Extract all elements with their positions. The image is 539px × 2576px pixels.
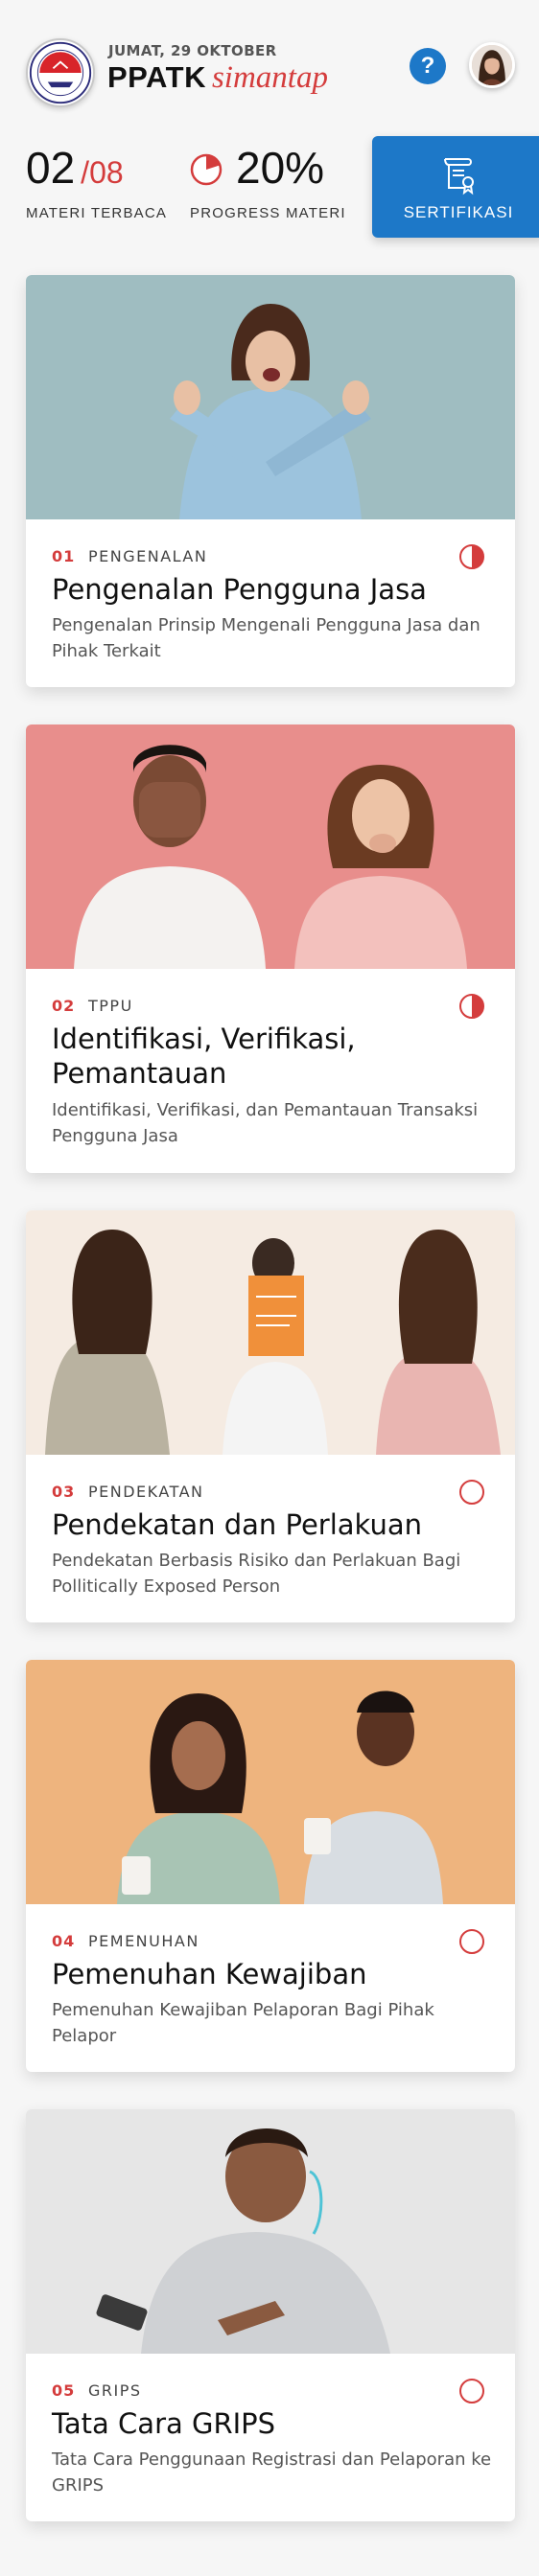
brand-subtitle: simantap	[211, 60, 328, 95]
module-number: 03	[52, 1483, 76, 1501]
module-card[interactable]: 03 PENDEKATAN Pendekatan dan Perlakuan P…	[26, 1210, 515, 1622]
certificate-icon	[444, 158, 474, 196]
module-image	[26, 1660, 515, 1904]
progress-label: PROGRESS MATERI	[190, 205, 346, 221]
progress-empty-icon	[459, 1929, 484, 1954]
module-image	[26, 275, 515, 519]
module-image	[26, 724, 515, 969]
user-avatar[interactable]	[469, 42, 515, 88]
module-description: Identifikasi, Verifikasi, dan Pemantauan…	[52, 1100, 479, 1146]
module-number: 01	[52, 547, 76, 565]
materi-total-value: /08	[81, 155, 124, 190]
module-tag: PEMENUHAN	[88, 1932, 199, 1950]
materi-read-label: MATERI TERBACA	[26, 205, 168, 221]
brand-name: PPATK	[107, 60, 206, 94]
progress-percent: 20%	[236, 143, 325, 193]
progress-empty-icon	[459, 1480, 484, 1505]
materi-read-count: 02/08	[26, 144, 124, 196]
module-tag: PENDEKATAN	[88, 1483, 204, 1501]
module-title: Identifikasi, Verifikasi, Pemantauan	[52, 1023, 356, 1090]
module-tag: TPPU	[88, 997, 133, 1015]
module-card[interactable]: 02 TPPU Identifikasi, Verifikasi, Pemant…	[26, 724, 515, 1173]
module-image	[26, 1210, 515, 1455]
module-title: Pemenuhan Kewajiban	[52, 1958, 367, 1990]
progress-half-icon	[459, 994, 484, 1019]
module-number: 05	[52, 2381, 76, 2400]
module-description: Pemenuhan Kewajiban Pelaporan Bagi Pihak…	[52, 2000, 434, 2046]
module-description: Pendekatan Berbasis Risiko dan Perlakuan…	[52, 1551, 461, 1597]
module-title: Tata Cara GRIPS	[52, 2407, 276, 2440]
ppatk-emblem-icon[interactable]	[26, 38, 95, 107]
module-number: 04	[52, 1932, 76, 1950]
app-header: JUMAT, 29 OKTOBER PPATK simantap ?	[0, 0, 539, 134]
module-tag: GRIPS	[88, 2381, 142, 2400]
module-card[interactable]: 04 PEMENUHAN Pemenuhan Kewajiban Pemenuh…	[26, 1660, 515, 2072]
module-number: 02	[52, 997, 76, 1015]
module-card[interactable]: 05 GRIPS Tata Cara GRIPS Tata Cara Pengg…	[26, 2109, 515, 2521]
app-brand: PPATK simantap	[107, 59, 328, 96]
module-image	[26, 2109, 515, 2354]
progress-pie-icon	[190, 153, 223, 186]
module-title: Pengenalan Pengguna Jasa	[52, 573, 427, 606]
certificate-button[interactable]: SERTIFIKASI	[372, 136, 539, 238]
progress-half-icon	[459, 544, 484, 569]
current-date: JUMAT, 29 OKTOBER	[108, 42, 277, 59]
module-description: Pengenalan Prinsip Mengenali Pengguna Ja…	[52, 615, 480, 661]
module-card[interactable]: 01 PENGENALAN Pengenalan Pengguna Jasa P…	[26, 275, 515, 687]
certificate-label: SERTIFIKASI	[403, 203, 514, 221]
module-description: Tata Cara Penggunaan Registrasi dan Pela…	[52, 2450, 492, 2496]
module-tag: PENGENALAN	[88, 547, 208, 565]
help-button[interactable]: ?	[410, 48, 446, 84]
materi-read-value: 02	[26, 143, 76, 193]
progress-empty-icon	[459, 2379, 484, 2404]
module-title: Pendekatan dan Perlakuan	[52, 1508, 422, 1541]
